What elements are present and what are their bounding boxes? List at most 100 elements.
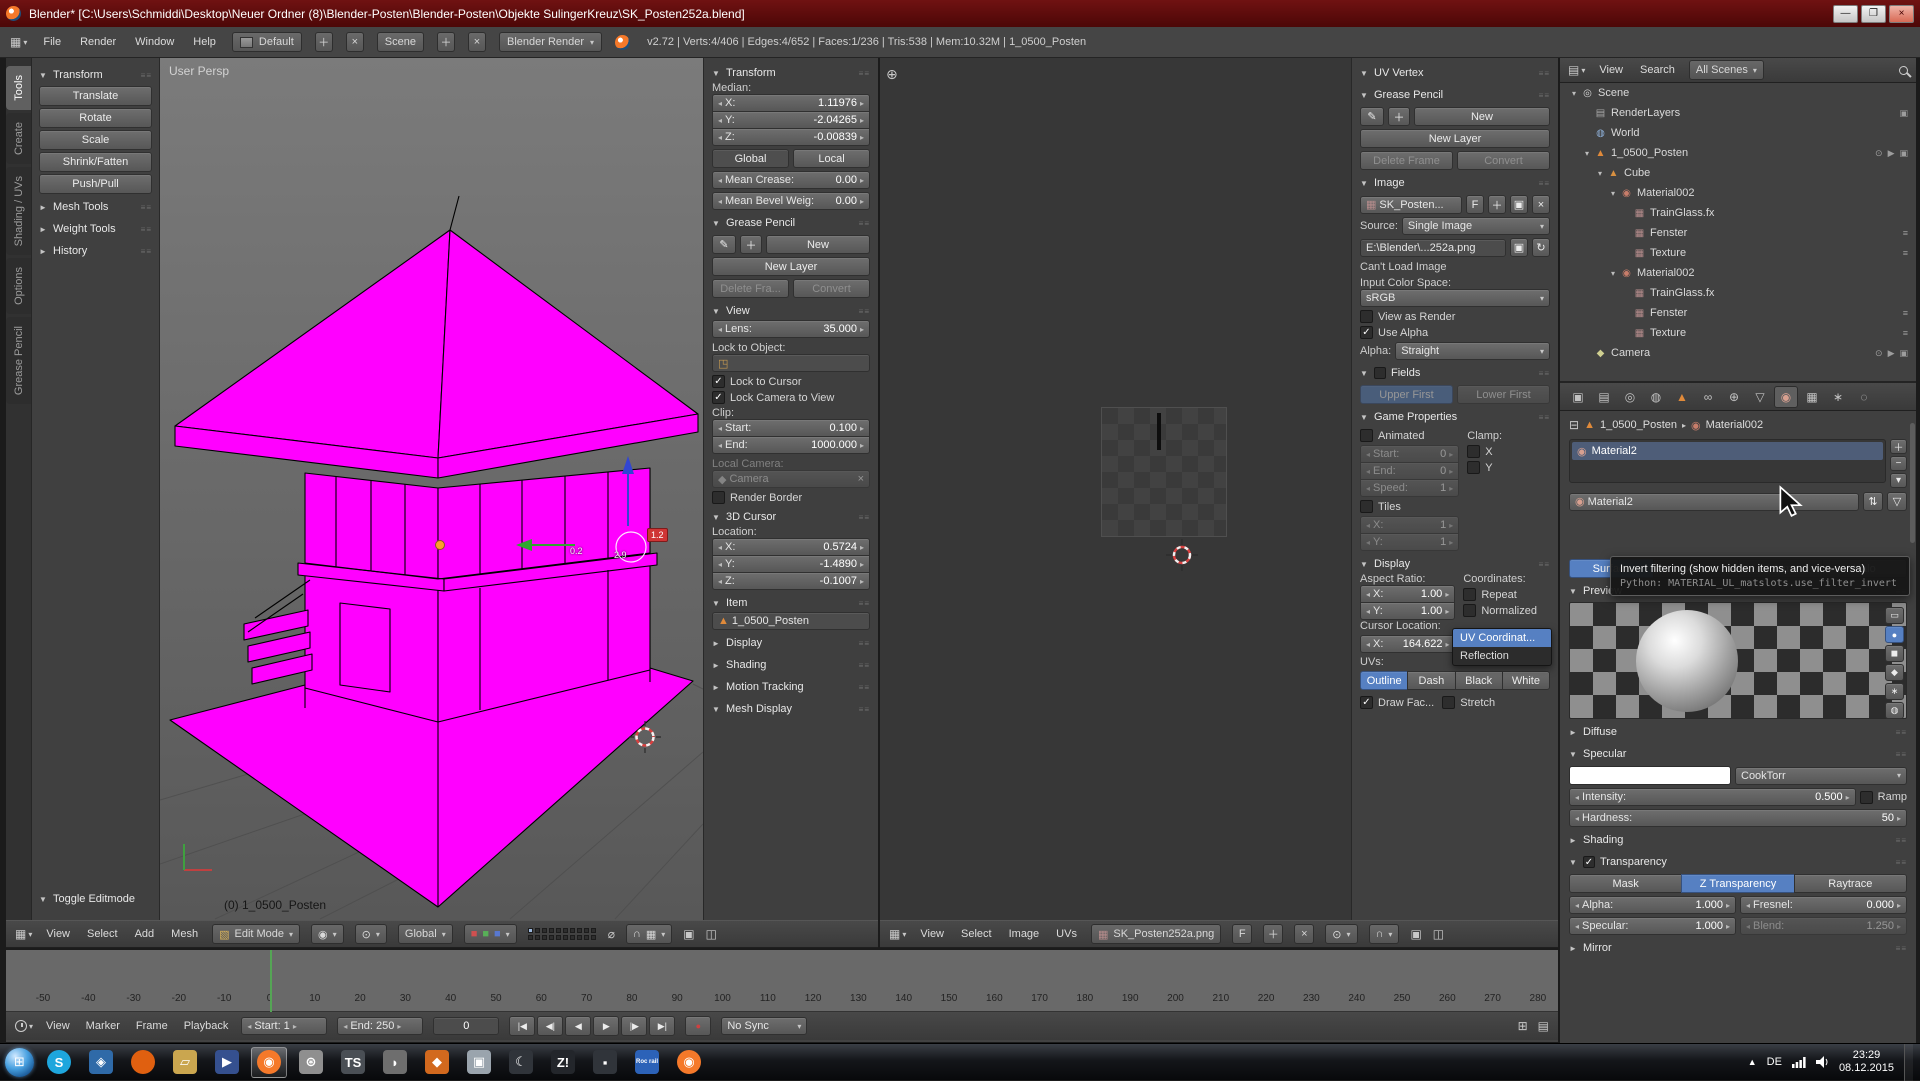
shelf-tab-tools[interactable]: Tools	[6, 66, 31, 110]
new-layer-button[interactable]: New Layer	[1360, 129, 1550, 148]
tab-object[interactable]: ▲	[1670, 386, 1694, 408]
cursor-z-field[interactable]: ◂Z:-0.1007▸	[712, 572, 870, 590]
repeat-checkbox[interactable]: Repeat	[1463, 588, 1550, 601]
game-speed-field[interactable]: ◂Speed:1▸	[1360, 479, 1459, 497]
render-border-checkbox[interactable]: Render Border	[712, 491, 870, 504]
new-image-button[interactable]: ＋	[1488, 195, 1506, 214]
image-panel[interactable]: ▼Image≡≡	[1360, 174, 1550, 192]
mapping-option-reflection[interactable]: Reflection	[1453, 647, 1551, 665]
uv-dash-button[interactable]: Dash	[1407, 671, 1455, 690]
shelf-tab-options[interactable]: Options	[6, 258, 31, 314]
animated-checkbox[interactable]: Animated	[1360, 429, 1459, 442]
select-menu[interactable]: Select	[84, 926, 121, 942]
delete-frame-button[interactable]: Delete Fra...	[712, 279, 789, 298]
material-name-field[interactable]: ◉Material2	[1569, 493, 1859, 511]
uv-vertex-panel[interactable]: ▼UV Vertex≡≡	[1360, 64, 1550, 82]
new-image-button[interactable]: ＋	[1263, 924, 1283, 944]
preview-flat-button[interactable]: ▭	[1885, 607, 1904, 624]
taskbar-app-orange[interactable]: ◆	[419, 1047, 455, 1078]
ramp-checkbox[interactable]: Ramp	[1860, 791, 1907, 804]
clip-start-field[interactable]: ◂Start:0.100▸	[712, 419, 870, 437]
transform-panel-header[interactable]: ▼Transform≡≡	[39, 66, 152, 84]
add-menu[interactable]: Add	[132, 926, 158, 942]
taskbar-media-player[interactable]: ▶	[209, 1047, 245, 1078]
tool-translate[interactable]: Translate	[39, 86, 152, 106]
layer-dot[interactable]	[563, 935, 568, 940]
shading-panel[interactable]: ►Shading≡≡	[1569, 831, 1907, 849]
slot-specials-button[interactable]: ▾	[1890, 473, 1907, 488]
layers-widget[interactable]	[528, 928, 597, 941]
outliner-row[interactable]: ▾◎Scene	[1560, 83, 1916, 103]
minimize-button[interactable]: —	[1833, 5, 1858, 23]
lock-object-field[interactable]: ◳	[712, 354, 870, 372]
timeline-playback-menu[interactable]: Playback	[181, 1018, 232, 1034]
preview-sphere-button[interactable]: ●	[1885, 626, 1904, 643]
preview-monkey-button[interactable]: ◆	[1885, 664, 1904, 681]
shelf-panel-mesh-tools[interactable]: ►Mesh Tools≡≡	[39, 198, 152, 216]
lower-first-button[interactable]: Lower First	[1457, 385, 1550, 404]
specular-alpha-slider[interactable]: ◂Specular:1.000▸	[1569, 917, 1736, 935]
alpha-mode-select[interactable]: Straight▾	[1395, 342, 1550, 360]
tab-world[interactable]: ◍	[1644, 386, 1668, 408]
layer-dot[interactable]	[528, 935, 533, 940]
current-frame-line[interactable]	[270, 950, 272, 1012]
taskbar-rocrail[interactable]: Roc rail	[629, 1047, 665, 1078]
taskbar-zip[interactable]: Z!	[545, 1047, 581, 1078]
keying-set-icon[interactable]: ⊞	[1518, 1019, 1528, 1033]
select-menu[interactable]: Select	[958, 926, 995, 942]
scene-delete-button[interactable]: ×	[468, 32, 486, 52]
scene-select[interactable]: Scene	[377, 32, 424, 52]
cursor3d-panel[interactable]: ▼3D Cursor≡≡	[712, 508, 870, 526]
expand-icon[interactable]: ◫	[1433, 927, 1444, 941]
viewport-canvas[interactable]: User Persp (0) 1_0500_Posten 0.2 2.9 1.2	[160, 58, 703, 920]
hardness-slider[interactable]: ◂Hardness:50▸	[1569, 809, 1907, 827]
image-datablock-field[interactable]: ▦SK_Posten...	[1360, 196, 1462, 214]
mean-bevel-field[interactable]: ◂Mean Bevel Weig:0.00▸	[712, 192, 870, 210]
fake-user-button[interactable]: F	[1466, 195, 1484, 214]
npanel-panel-motion-tracking[interactable]: ►Motion Tracking≡≡	[712, 678, 870, 696]
outliner-scope-select[interactable]: All Scenes▾	[1689, 60, 1764, 80]
shelf-tab-shading-uvs[interactable]: Shading / UVs	[6, 167, 31, 255]
outliner-row[interactable]: ▾▲1_0500_Posten⊙▶▣	[1560, 143, 1916, 163]
new-layer-button[interactable]: New Layer	[712, 257, 870, 276]
eye-icon[interactable]: ⊙	[1875, 348, 1883, 359]
grease-pencil-panel[interactable]: ▼Grease Pencil≡≡	[1360, 86, 1550, 104]
layer-dot[interactable]	[542, 935, 547, 940]
lens-field[interactable]: ◂Lens:35.000▸	[712, 320, 870, 338]
breadcrumb-material[interactable]: Material002	[1706, 419, 1763, 431]
outliner-row[interactable]: ▾▲Cube	[1560, 163, 1916, 183]
expander-icon[interactable]: ▾	[1581, 149, 1593, 158]
stretch-checkbox[interactable]: Stretch	[1442, 696, 1495, 709]
render-opengl-icon[interactable]: ▣	[683, 927, 694, 941]
pivot-select[interactable]: ⊙▾	[355, 924, 387, 944]
display-panel[interactable]: ▼Display≡≡	[1360, 555, 1550, 573]
timeline-view-menu[interactable]: View	[43, 1018, 73, 1034]
outliner-row[interactable]: ◆Camera⊙▶▣	[1560, 343, 1916, 363]
layer-dot[interactable]	[577, 928, 582, 933]
tool-push-pull[interactable]: Push/Pull	[39, 174, 152, 194]
layer-dot[interactable]	[549, 935, 554, 940]
breadcrumb-object[interactable]: 1_0500_Posten	[1600, 419, 1677, 431]
layer-dot[interactable]	[591, 935, 596, 940]
expander-icon[interactable]: ▾	[1594, 169, 1606, 178]
tiles-checkbox[interactable]: Tiles	[1360, 500, 1459, 513]
clip-end-field[interactable]: ◂End:1000.000▸	[712, 436, 870, 454]
outliner-row[interactable]: ▦TrainGlass.fx	[1560, 283, 1916, 303]
raytrace-button[interactable]: Raytrace	[1794, 874, 1907, 893]
tab-render-layers[interactable]: ▤	[1592, 386, 1616, 408]
tab-render[interactable]: ▣	[1566, 386, 1590, 408]
close-button[interactable]: ×	[1889, 5, 1914, 23]
scene-add-button[interactable]: ＋	[437, 32, 455, 52]
eye-icon[interactable]: ⊙	[1875, 148, 1883, 159]
play-reverse-button[interactable]: ◀	[565, 1016, 591, 1036]
jump-to-end-button[interactable]: ▶|	[649, 1016, 675, 1036]
record-button[interactable]: ●	[685, 1016, 711, 1036]
npanel-panel-display[interactable]: ►Display≡≡	[712, 634, 870, 652]
shelf-panel-weight-tools[interactable]: ►Weight Tools≡≡	[39, 220, 152, 238]
pencil-icon[interactable]: ✎	[712, 235, 736, 254]
outliner-row[interactable]: ▦Texture≡	[1560, 323, 1916, 343]
cursor-x-field[interactable]: ◂X:0.5724▸	[712, 538, 870, 556]
tab-particles[interactable]: ∗	[1826, 386, 1850, 408]
clamp-y-checkbox[interactable]: Y	[1467, 461, 1550, 474]
uv-outline-button[interactable]: Outline	[1360, 671, 1408, 690]
